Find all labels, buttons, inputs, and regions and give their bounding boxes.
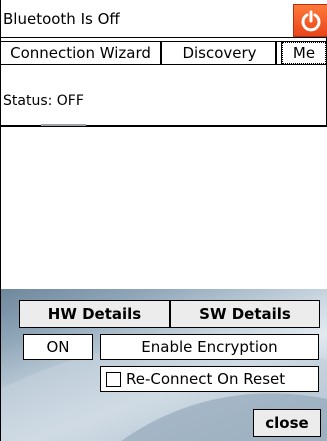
enable-encryption-label: Enable Encryption	[141, 338, 278, 356]
on-label: ON	[46, 338, 70, 356]
tab-discovery[interactable]: Discovery	[164, 42, 277, 64]
hw-details-label: HW Details	[47, 305, 142, 323]
tab-bar: Connection Wizard Discovery Me	[1, 41, 327, 65]
device-list[interactable]	[1, 126, 327, 289]
tab-label: Discovery	[182, 44, 257, 62]
reconnect-label: Re-Connect On Reset	[126, 370, 286, 388]
tab-label: Me	[292, 44, 316, 62]
enable-encryption-button[interactable]: Enable Encryption	[100, 334, 319, 360]
tab-me[interactable]: Me	[281, 41, 327, 65]
hw-details-button[interactable]: HW Details	[19, 300, 170, 328]
status-text: Status: OFF	[3, 93, 84, 109]
bluetooth-window: Bluetooth Is Off Connection Wizard Disco…	[0, 0, 327, 441]
tab-connection-wizard[interactable]: Connection Wizard	[1, 42, 162, 64]
checkbox-box[interactable]	[106, 371, 121, 387]
sw-details-label: SW Details	[199, 305, 291, 323]
title-bar: Bluetooth Is Off	[1, 0, 327, 38]
power-button[interactable]	[293, 4, 327, 37]
reconnect-on-reset-checkbox[interactable]: Re-Connect On Reset	[100, 366, 319, 392]
on-button[interactable]: ON	[23, 334, 93, 360]
close-button[interactable]: close	[253, 409, 321, 437]
power-icon	[301, 10, 320, 31]
close-label: close	[265, 414, 309, 432]
status-panel: Status: OFF	[1, 65, 327, 126]
sw-details-button[interactable]: SW Details	[170, 300, 320, 328]
tab-label: Connection Wizard	[10, 44, 151, 62]
window-title: Bluetooth Is Off	[3, 10, 120, 28]
